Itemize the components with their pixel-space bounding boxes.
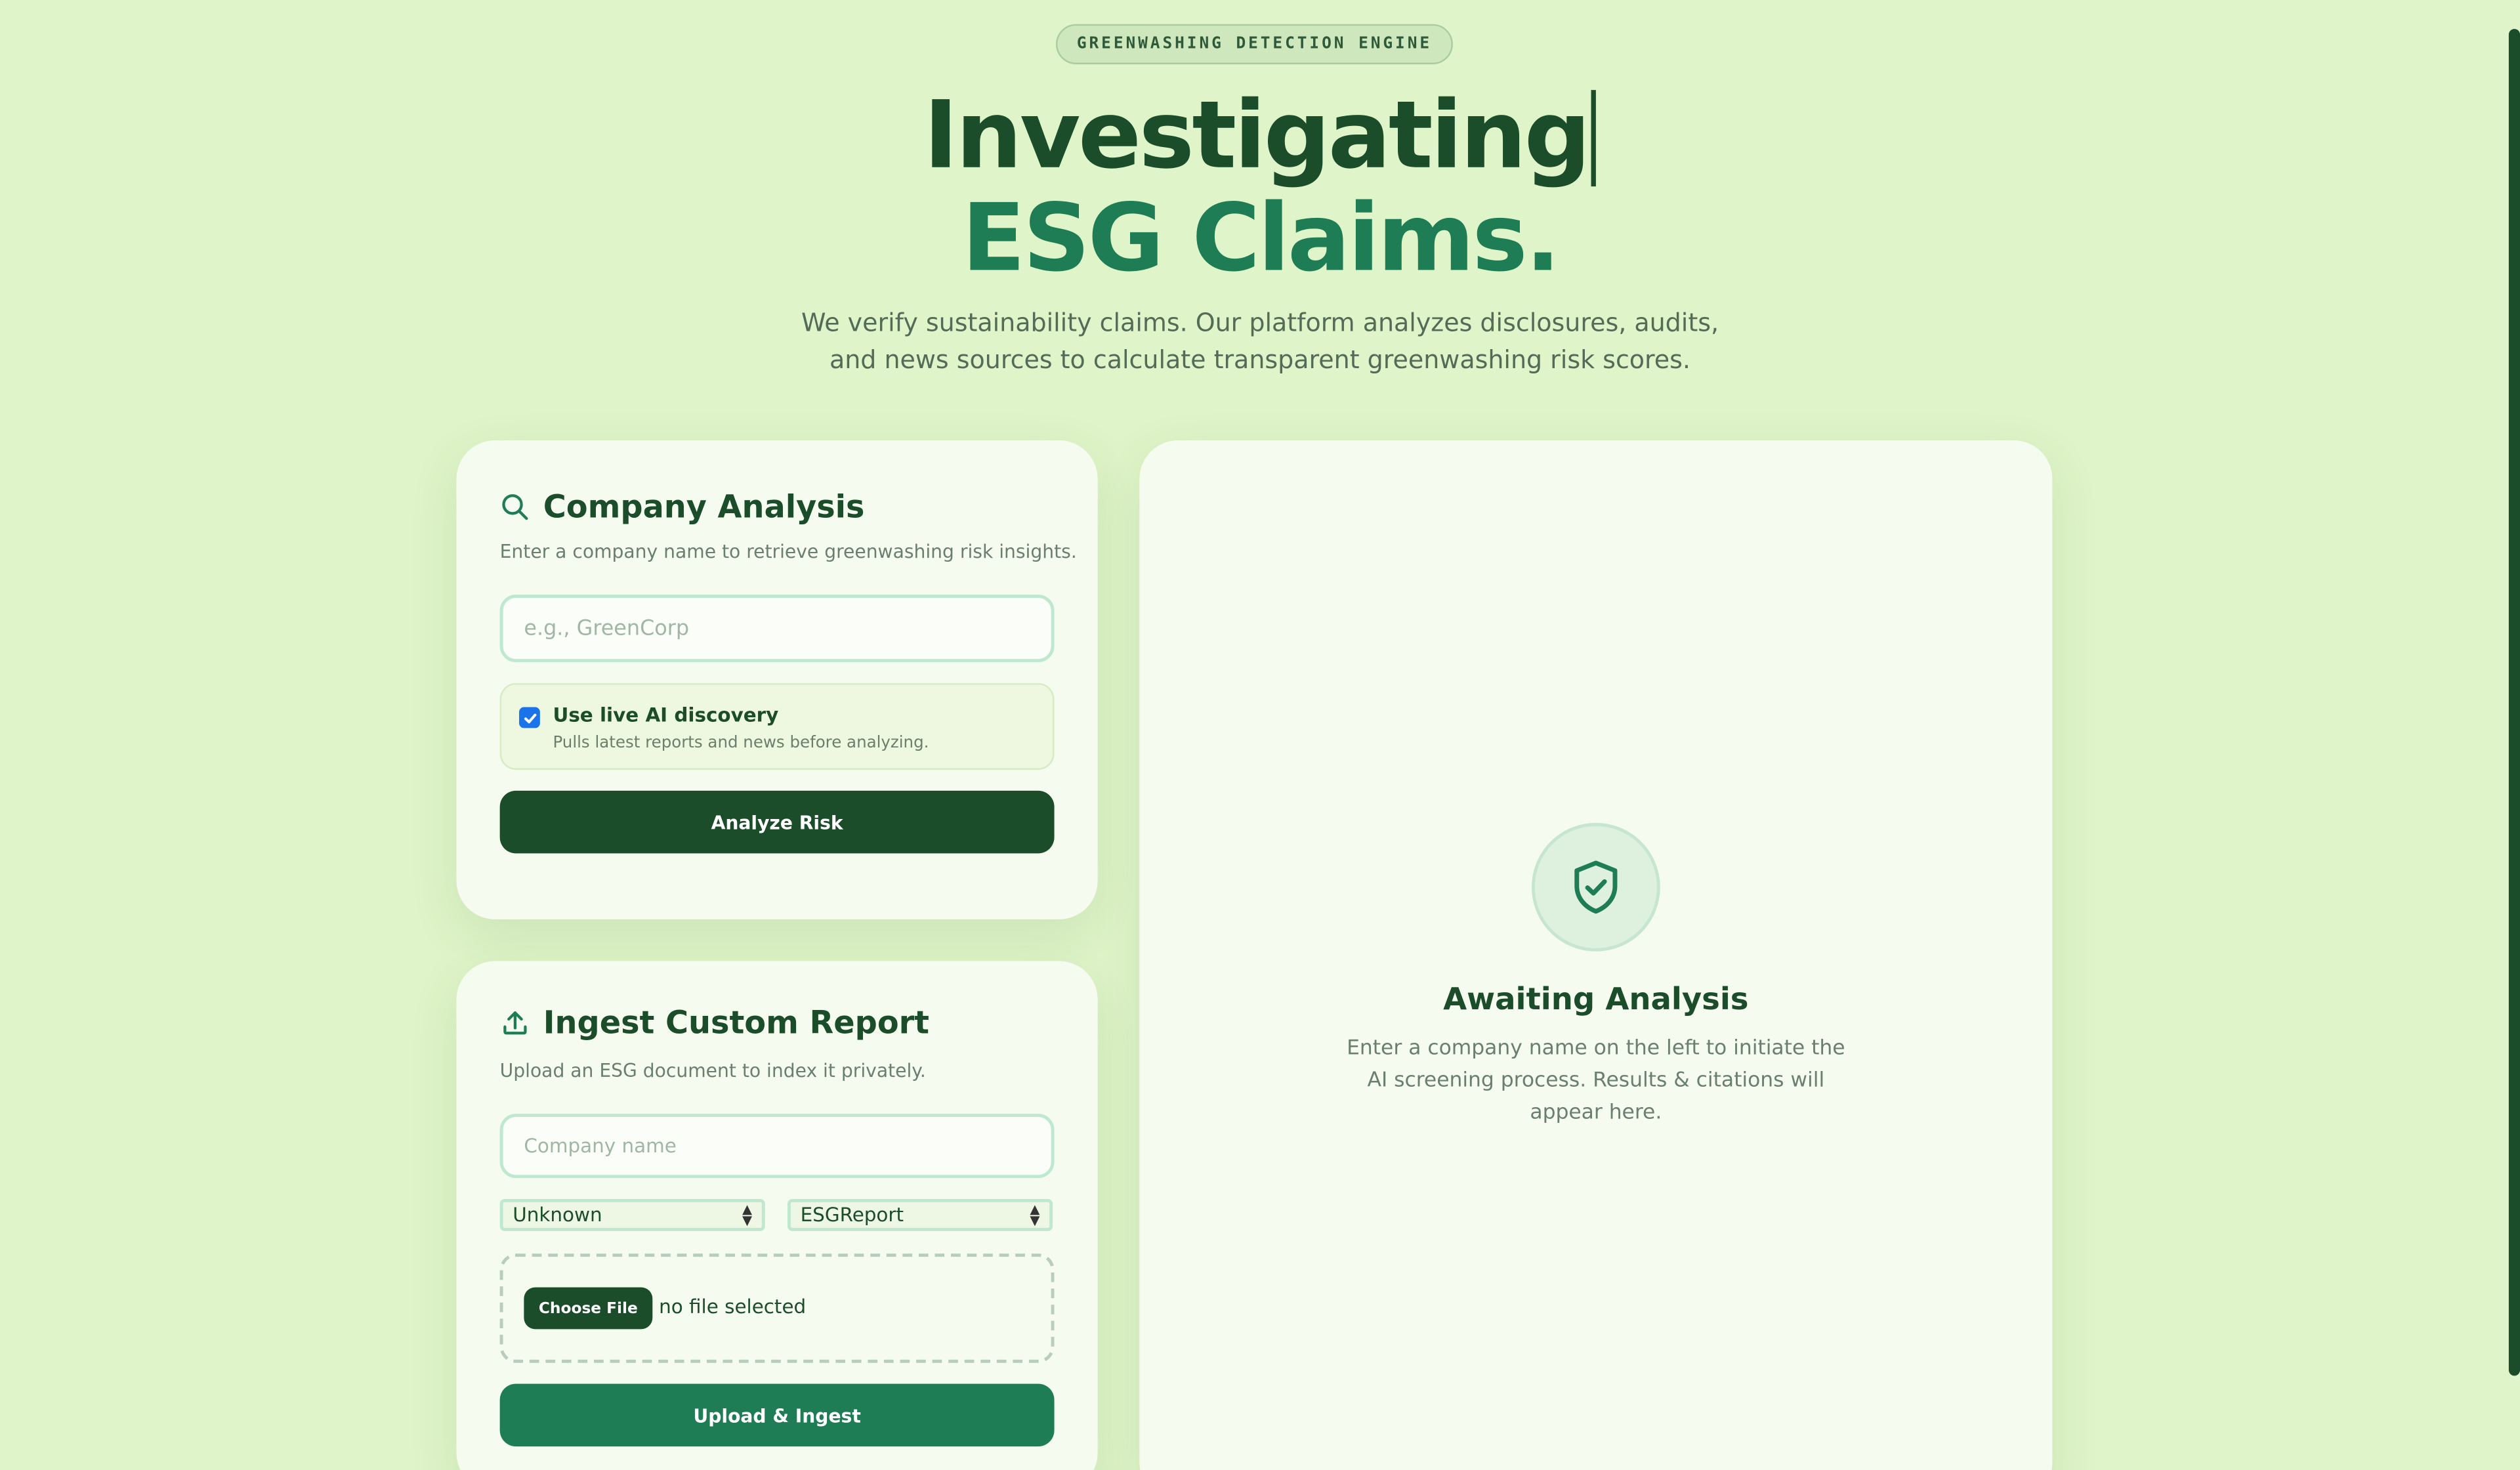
ai-discovery-option[interactable]: Use live AI discovery Pulls latest repor… bbox=[499, 682, 1055, 770]
ai-discovery-label: Use live AI discovery bbox=[553, 704, 779, 726]
select-arrows-icon: ▲ ▼ bbox=[1030, 1202, 1040, 1228]
page: GREENWASHING DETECTION ENGINE Investigat… bbox=[0, 0, 2520, 1470]
choose-file-button[interactable]: Choose File bbox=[524, 1287, 653, 1330]
file-dropzone[interactable]: Choose File no file selected bbox=[499, 1253, 1055, 1363]
sector-select-value: Unknown bbox=[513, 1204, 602, 1227]
upload-ingest-button[interactable]: Upload & Ingest bbox=[499, 1383, 1055, 1447]
select-arrows-icon: ▲ ▼ bbox=[742, 1202, 753, 1228]
company-analysis-description: Enter a company name to retrieve greenwa… bbox=[499, 539, 1077, 563]
ai-discovery-checkbox[interactable] bbox=[519, 707, 540, 728]
ai-discovery-hint: Pulls latest reports and news before ana… bbox=[553, 734, 929, 753]
document-type-select[interactable]: ESGReport ▲ ▼ bbox=[788, 1198, 1053, 1231]
checkmark-icon bbox=[523, 713, 536, 723]
document-type-select-value: ESGReport bbox=[800, 1204, 904, 1227]
shield-badge bbox=[1531, 822, 1660, 952]
results-panel: Awaiting Analysis Enter a company name o… bbox=[1139, 440, 2053, 1470]
ingest-report-title: Ingest Custom Report bbox=[543, 1004, 930, 1041]
company-analysis-card: Company Analysis Enter a company name to… bbox=[456, 440, 1098, 919]
company-search-input[interactable] bbox=[499, 595, 1055, 662]
shield-check-icon bbox=[1574, 860, 1618, 914]
hero-title-line1-text: Investigating bbox=[923, 80, 1591, 190]
company-analysis-header: Company Analysis bbox=[500, 488, 865, 526]
hero-title-line1: Investigating bbox=[0, 80, 2520, 190]
awaiting-analysis-description: Enter a company name on the left to init… bbox=[1347, 1036, 1845, 1125]
analyze-risk-button[interactable]: Analyze Risk bbox=[499, 790, 1055, 854]
awaiting-analysis-title: Awaiting Analysis bbox=[1443, 982, 1749, 1018]
ingest-report-header: Ingest Custom Report bbox=[500, 1005, 929, 1041]
search-icon bbox=[502, 494, 528, 520]
ingest-report-card: Ingest Custom Report Upload an ESG docum… bbox=[456, 961, 1098, 1470]
ingest-report-description: Upload an ESG document to index it priva… bbox=[499, 1059, 926, 1082]
company-name-input[interactable] bbox=[499, 1114, 1055, 1179]
hero-subtitle: We verify sustainability claims. Our pla… bbox=[801, 308, 1719, 375]
hero-title-line2: ESG Claims. bbox=[961, 183, 1561, 293]
company-analysis-title: Company Analysis bbox=[543, 488, 865, 526]
upload-icon bbox=[503, 1011, 527, 1035]
sector-select[interactable]: Unknown ▲ ▼ bbox=[499, 1198, 765, 1231]
page-scrollbar[interactable] bbox=[2508, 29, 2520, 1376]
typing-caret bbox=[1591, 90, 1597, 187]
engine-badge: GREENWASHING DETECTION ENGINE bbox=[1055, 24, 1453, 64]
file-status-text: no file selected bbox=[659, 1295, 807, 1318]
